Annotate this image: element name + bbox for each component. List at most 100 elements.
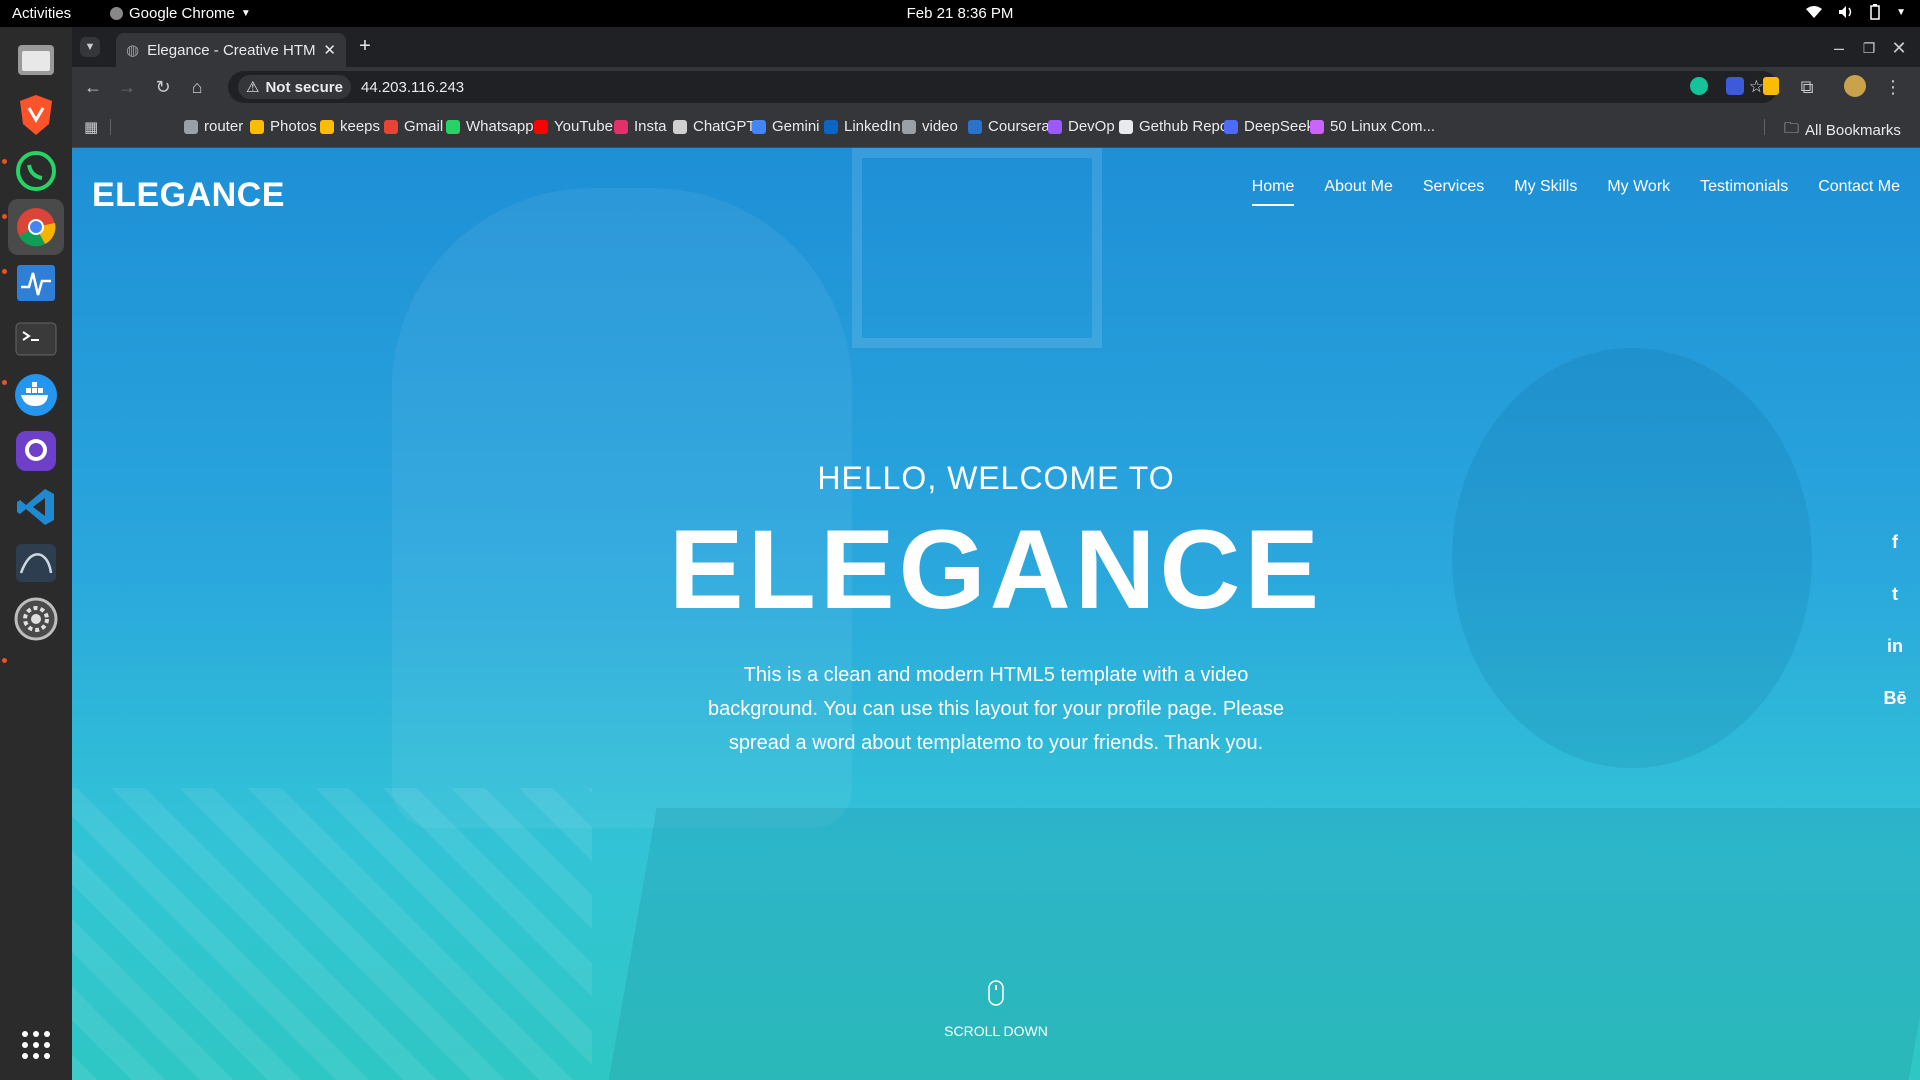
bookmark-favicon-icon [1310, 119, 1324, 134]
security-chip[interactable]: ⚠ Not secure [238, 75, 351, 99]
keep-extension-icon[interactable] [1760, 75, 1782, 97]
all-bookmarks[interactable]: 🗀 All Bookmarks [1784, 118, 1901, 143]
bookmark-item[interactable]: LinkedIn [824, 118, 901, 135]
bookmarks-bar: ▦ router Photos keeps Gmail Whatsapp YouTube I… [72, 107, 1920, 148]
bookmark-item[interactable]: Photos [250, 118, 317, 135]
twitter-icon[interactable]: t [1870, 568, 1920, 620]
bookmark-favicon-icon [902, 119, 916, 134]
system-monitor-icon[interactable] [8, 255, 64, 311]
scroll-down[interactable]: SCROLL DOWN [72, 980, 1920, 1039]
nav-item-my-skills[interactable]: My Skills [1514, 178, 1577, 206]
volume-icon [1839, 6, 1852, 18]
globe-icon: ◍ [126, 42, 140, 59]
new-tab-icon[interactable]: + [354, 35, 376, 57]
running-indicator [2, 380, 7, 385]
bookmark-item[interactable]: keeps [320, 118, 380, 135]
chrome-icon[interactable] [8, 199, 64, 255]
back-icon[interactable]: ← [82, 76, 104, 98]
nav-item-testimonials[interactable]: Testimonials [1700, 178, 1788, 206]
bookmark-favicon-icon [614, 119, 628, 134]
dock [0, 27, 72, 1080]
bookmark-item[interactable]: Insta [614, 118, 667, 135]
close-window-icon[interactable]: ✕ [1888, 37, 1910, 59]
wifi-icon [1806, 6, 1823, 18]
close-tab-icon[interactable]: ✕ [323, 41, 336, 59]
brave-browser-icon[interactable] [8, 87, 64, 143]
facebook-icon[interactable]: f [1870, 516, 1920, 568]
behance-icon[interactable]: Bē [1870, 672, 1920, 724]
mysql-workbench-icon[interactable] [8, 535, 64, 591]
whatsapp-icon[interactable] [8, 143, 64, 199]
bookmark-item[interactable]: 50 Linux Com... [1310, 118, 1435, 135]
apps-icon[interactable]: ▦ [84, 118, 98, 136]
bookmark-label: Gmail [404, 118, 444, 135]
bookmark-item[interactable]: Gemini [752, 118, 820, 135]
bookmark-favicon-icon [1119, 119, 1133, 134]
vscode-icon[interactable] [8, 479, 64, 535]
grammarly-extension-icon[interactable] [1688, 75, 1710, 97]
terminal-icon[interactable] [8, 311, 64, 367]
bookmark-favicon-icon [752, 119, 766, 134]
home-icon[interactable]: ⌂ [186, 76, 208, 98]
minimize-icon[interactable]: – [1828, 37, 1850, 59]
tab-title: Elegance - Creative HTML [147, 41, 316, 59]
tab-strip: ▼ ◍ Elegance - Creative HTML ✕ + – ❐ ✕ [72, 27, 1920, 67]
nav-item-home[interactable]: Home [1251, 178, 1295, 206]
nav-item-contact-me[interactable]: Contact Me [1818, 178, 1900, 206]
linkedin-icon[interactable]: in [1870, 620, 1920, 672]
bookmark-item[interactable]: Whatsapp [446, 118, 534, 135]
active-tab[interactable]: ◍ Elegance - Creative HTML ✕ [116, 33, 346, 67]
hero-description: This is a clean and modern HTML5 templat… [708, 664, 1284, 754]
restore-icon[interactable]: ❐ [1858, 37, 1880, 59]
files-icon[interactable] [8, 31, 64, 87]
bookmark-item[interactable]: Coursera [968, 118, 1050, 135]
extensions-puzzle-icon[interactable]: ⧉ [1796, 76, 1818, 98]
folder-icon: 🗀 [1784, 120, 1800, 137]
extension-icon[interactable] [1724, 75, 1746, 97]
github-desktop-icon[interactable] [8, 423, 64, 479]
bookmark-label: Coursera [988, 118, 1050, 135]
show-applications-icon[interactable] [8, 1017, 64, 1073]
bookmark-label: keeps [340, 118, 381, 135]
docker-icon[interactable] [8, 367, 64, 423]
bookmark-item[interactable]: router [184, 118, 243, 135]
bookmark-label: Insta [634, 118, 667, 135]
clock[interactable]: Feb 21 8:36 PM [0, 5, 1920, 22]
profile-avatar[interactable] [1844, 75, 1866, 97]
site-logo[interactable]: ELEGANCE [92, 176, 285, 215]
bookmark-favicon-icon [184, 119, 198, 134]
bookmark-item[interactable]: Gmail [384, 118, 443, 135]
address-bar[interactable]: ⚠ Not secure 44.203.116.243 ☆ [228, 71, 1778, 103]
background-frame [852, 148, 1102, 348]
scroll-down-label: SCROLL DOWN [944, 1023, 1048, 1039]
reload-icon[interactable]: ↻ [152, 76, 174, 98]
bookmark-item[interactable]: DevOp [1048, 118, 1115, 135]
site-nav: Home About Me Services My Skills My Work Test… [1251, 178, 1900, 206]
bookmark-item[interactable]: YouTube [534, 118, 613, 135]
bookmark-item[interactable]: Gethub Repo [1119, 118, 1228, 135]
bookmark-item[interactable]: DeepSeek [1224, 118, 1314, 135]
nav-item-my-work[interactable]: My Work [1607, 178, 1670, 206]
nav-item-services[interactable]: Services [1423, 178, 1484, 206]
bookmark-label: DeepSeek [1244, 118, 1315, 135]
settings-icon[interactable] [8, 591, 64, 647]
bookmark-favicon-icon [534, 119, 548, 134]
chevron-down-icon: ▼ [1896, 6, 1906, 18]
nav-item-about-me[interactable]: About Me [1324, 178, 1392, 206]
hero-title: ELEGANCE [668, 507, 1324, 632]
running-indicator [2, 269, 7, 274]
forward-icon[interactable]: → [116, 76, 138, 98]
separator [1764, 119, 1765, 135]
system-tray[interactable]: ▼ [1806, 4, 1906, 20]
hero-content: HELLO, WELCOME TO ELEGANCE This is a cle… [72, 460, 1920, 760]
bookmark-item[interactable]: video [902, 118, 958, 135]
separator [110, 119, 111, 135]
bookmark-item[interactable]: ChatGPT [673, 118, 756, 135]
bookmark-label: YouTube [554, 118, 613, 135]
tab-search-icon[interactable]: ▼ [80, 37, 100, 57]
warning-icon: ⚠ [246, 79, 260, 96]
url-text[interactable]: 44.203.116.243 [361, 79, 464, 96]
bookmark-label: LinkedIn [844, 118, 901, 135]
bookmark-favicon-icon [968, 119, 982, 134]
menu-icon[interactable]: ⋮ [1882, 76, 1904, 98]
